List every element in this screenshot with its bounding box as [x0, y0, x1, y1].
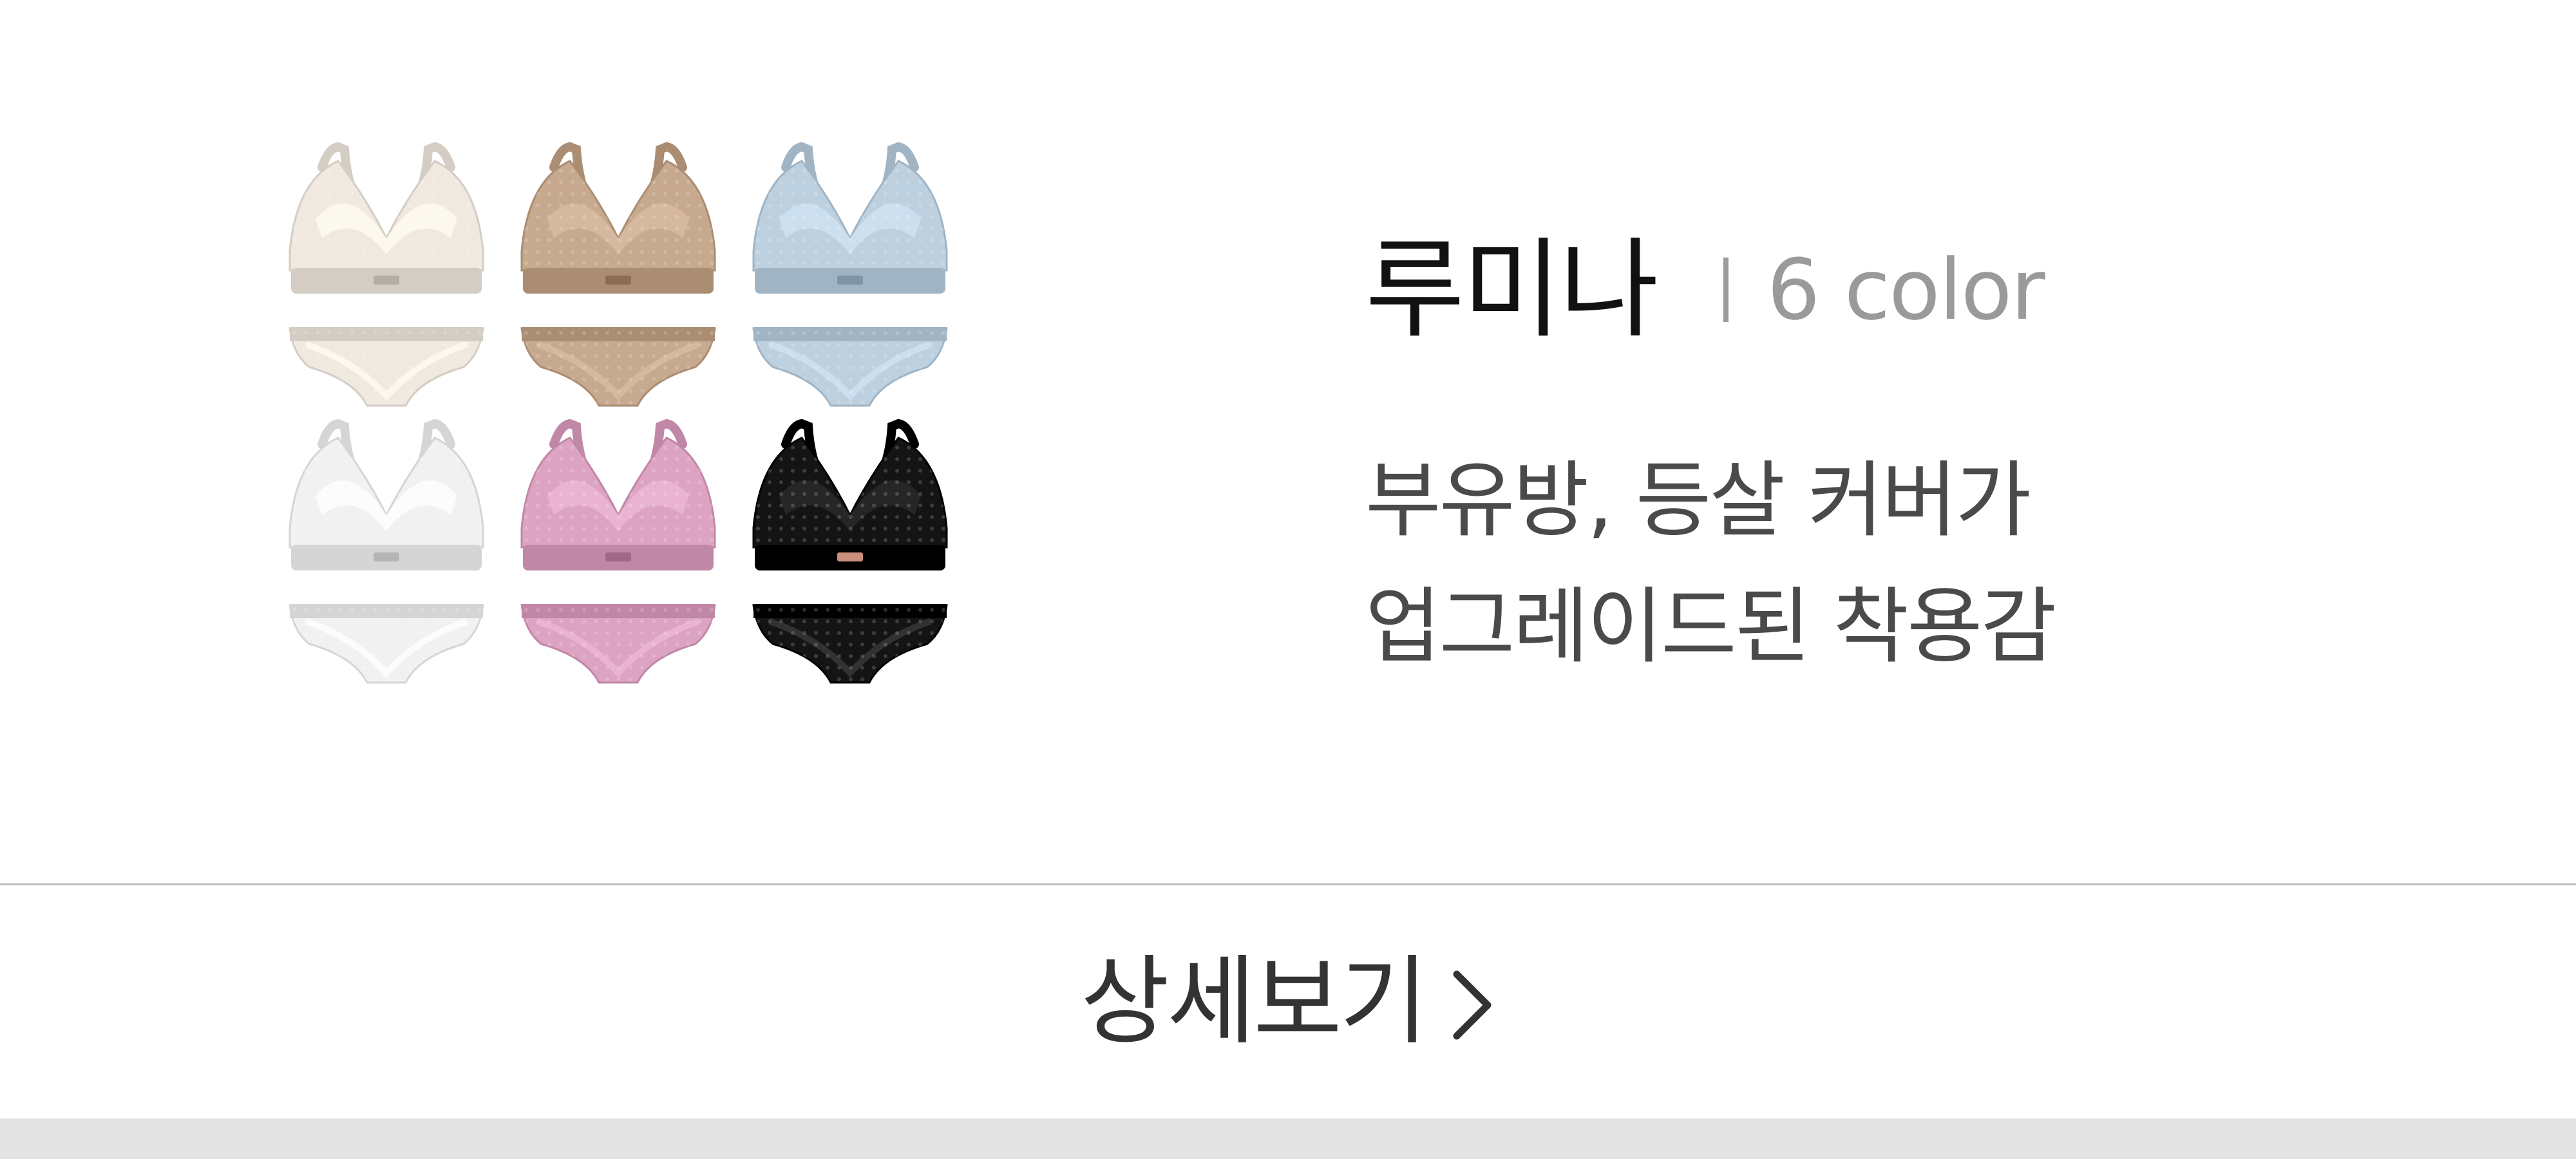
lingerie-set-image[interactable] — [270, 135, 979, 779]
product-image-svg — [289, 142, 948, 684]
garment-set-3 — [752, 142, 948, 407]
garment-set-5 — [520, 419, 716, 684]
chevron-right-icon — [1453, 970, 1492, 1040]
title-row: 루미나 6 color — [1365, 225, 2460, 354]
footer-bar — [0, 1118, 2576, 1159]
page: 루미나 6 color 부유방, 등살 커버가 업그레이드된 착용감 상세보기 — [0, 0, 2576, 1159]
product-card[interactable]: 루미나 6 color 부유방, 등살 커버가 업그레이드된 착용감 — [0, 0, 2576, 883]
garment-set-4 — [289, 419, 484, 684]
product-name: 루미나 — [1365, 227, 1659, 353]
product-description: 부유방, 등살 커버가 업그레이드된 착용감 — [1365, 438, 2460, 690]
garment-set-6 — [752, 419, 948, 684]
garment-set-2 — [520, 142, 716, 407]
view-details-label: 상세보기 — [1080, 946, 1428, 1058]
product-info: 루미나 6 color 부유방, 등살 커버가 업그레이드된 착용감 — [1365, 225, 2460, 690]
title-divider — [1723, 258, 1728, 322]
view-details-button[interactable]: 상세보기 — [0, 885, 2576, 1118]
description-line-1: 부유방, 등살 커버가 — [1365, 453, 2031, 549]
description-line-2: 업그레이드된 착용감 — [1365, 579, 2057, 675]
garment-set-1 — [289, 142, 484, 407]
color-count: 6 color — [1766, 241, 2045, 339]
